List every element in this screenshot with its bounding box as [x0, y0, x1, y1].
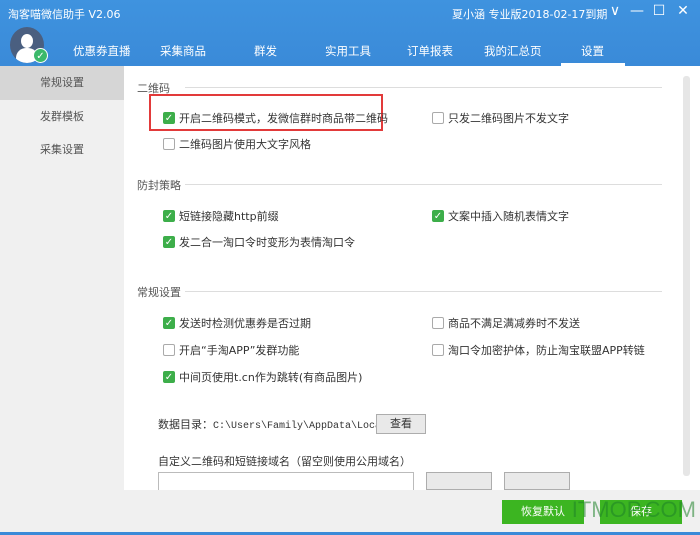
tab-orders[interactable]: 订单报表 [407, 43, 453, 59]
check-icon: ✓ [163, 210, 175, 222]
checkbox-box [432, 344, 444, 356]
skip-discount-checkbox[interactable]: 商品不满足满减券时不发送 [432, 315, 580, 331]
qr-only-checkbox[interactable]: 只发二维码图片不发文字 [432, 110, 569, 126]
tab-settings[interactable]: 设置 [581, 43, 604, 59]
domain-label: 自定义二维码和短链接域名（留空则使用公用域名） [158, 455, 411, 468]
maximize-icon[interactable]: ☐ [650, 3, 668, 19]
scrollbar[interactable] [683, 76, 690, 476]
check-icon: ✓ [163, 236, 175, 248]
tab-coupon-live[interactable]: 优惠券直播 [73, 43, 131, 59]
check-icon: ✓ [163, 112, 175, 124]
divider [185, 184, 662, 185]
tab-collect[interactable]: 采集商品 [160, 43, 206, 59]
qr-mode-checkbox[interactable]: ✓ 开启二维码模式，发微信群时商品带二维码 [163, 110, 388, 126]
qr-large-text-checkbox[interactable]: 二维码图片使用大文字风格 [163, 136, 311, 152]
checkbox-label: 文案中插入随机表情文字 [448, 210, 569, 223]
domain-button-2[interactable] [504, 472, 570, 490]
checkbox-label: 中间页使用t.cn作为跳转(有商品图片) [179, 371, 363, 384]
checkbox-label: 淘口令加密护体，防止淘宝联盟APP转链 [448, 344, 645, 357]
checkbox-box [163, 344, 175, 356]
view-button[interactable]: 查看 [376, 414, 426, 434]
close-icon[interactable]: ✕ [674, 3, 692, 19]
watermark: ITMOP.COM [571, 497, 696, 522]
verified-check-icon: ✓ [33, 48, 48, 63]
tab-broadcast[interactable]: 群发 [254, 43, 277, 59]
check-icon: ✓ [432, 210, 444, 222]
checkbox-label: 发送时检测优惠券是否过期 [179, 317, 311, 330]
checkbox-label: 只发二维码图片不发文字 [448, 112, 569, 125]
checkbox-box [432, 112, 444, 124]
check-icon: ✓ [163, 371, 175, 383]
checkbox-label: 发二合一淘口令时变形为表情淘口令 [179, 236, 355, 249]
tab-tools[interactable]: 实用工具 [325, 43, 371, 59]
checkbox-label: 二维码图片使用大文字风格 [179, 138, 311, 151]
random-emoji-checkbox[interactable]: ✓ 文案中插入随机表情文字 [432, 208, 569, 224]
hide-http-checkbox[interactable]: ✓ 短链接隐藏http前缀 [163, 208, 279, 224]
section-title-anti: 防封策略 [137, 179, 181, 192]
checkbox-box [163, 138, 175, 150]
domain-button-1[interactable] [426, 472, 492, 490]
checkbox-label: 开启“手淘APP”发群功能 [179, 344, 300, 357]
tab-summary[interactable]: 我的汇总页 [484, 43, 542, 59]
taobao-app-checkbox[interactable]: 开启“手淘APP”发群功能 [163, 342, 299, 358]
user-info: 夏小涵 专业版2018-02-17到期 [452, 8, 608, 21]
divider [185, 291, 662, 292]
checkbox-box [432, 317, 444, 329]
data-dir-label: 数据目录：C:\Users\Family\AppData\Local\Mi [158, 418, 406, 432]
divider [185, 87, 662, 88]
tcn-redirect-checkbox[interactable]: ✓ 中间页使用t.cn作为跳转(有商品图片) [163, 369, 362, 385]
encrypt-token-checkbox[interactable]: 淘口令加密护体，防止淘宝联盟APP转链 [432, 342, 645, 358]
section-title-general: 常规设置 [137, 286, 181, 299]
check-icon: ✓ [163, 317, 175, 329]
checkbox-label: 商品不满足满减券时不发送 [448, 317, 580, 330]
dropdown-icon[interactable]: ∨ [606, 3, 624, 19]
sidebar-item-general[interactable]: 常规设置 [0, 66, 124, 100]
checkbox-label: 短链接隐藏http前缀 [179, 210, 279, 223]
check-coupon-checkbox[interactable]: ✓ 发送时检测优惠券是否过期 [163, 315, 311, 331]
emoji-token-checkbox[interactable]: ✓ 发二合一淘口令时变形为表情淘口令 [163, 234, 355, 250]
sidebar-item-template[interactable]: 发群模板 [0, 100, 124, 134]
app-title: 淘客喵微信助手 V2.06 [8, 8, 121, 21]
sidebar-item-collect[interactable]: 采集设置 [0, 133, 124, 167]
minimize-icon[interactable]: — [628, 3, 646, 19]
checkbox-label: 开启二维码模式，发微信群时商品带二维码 [179, 112, 388, 125]
